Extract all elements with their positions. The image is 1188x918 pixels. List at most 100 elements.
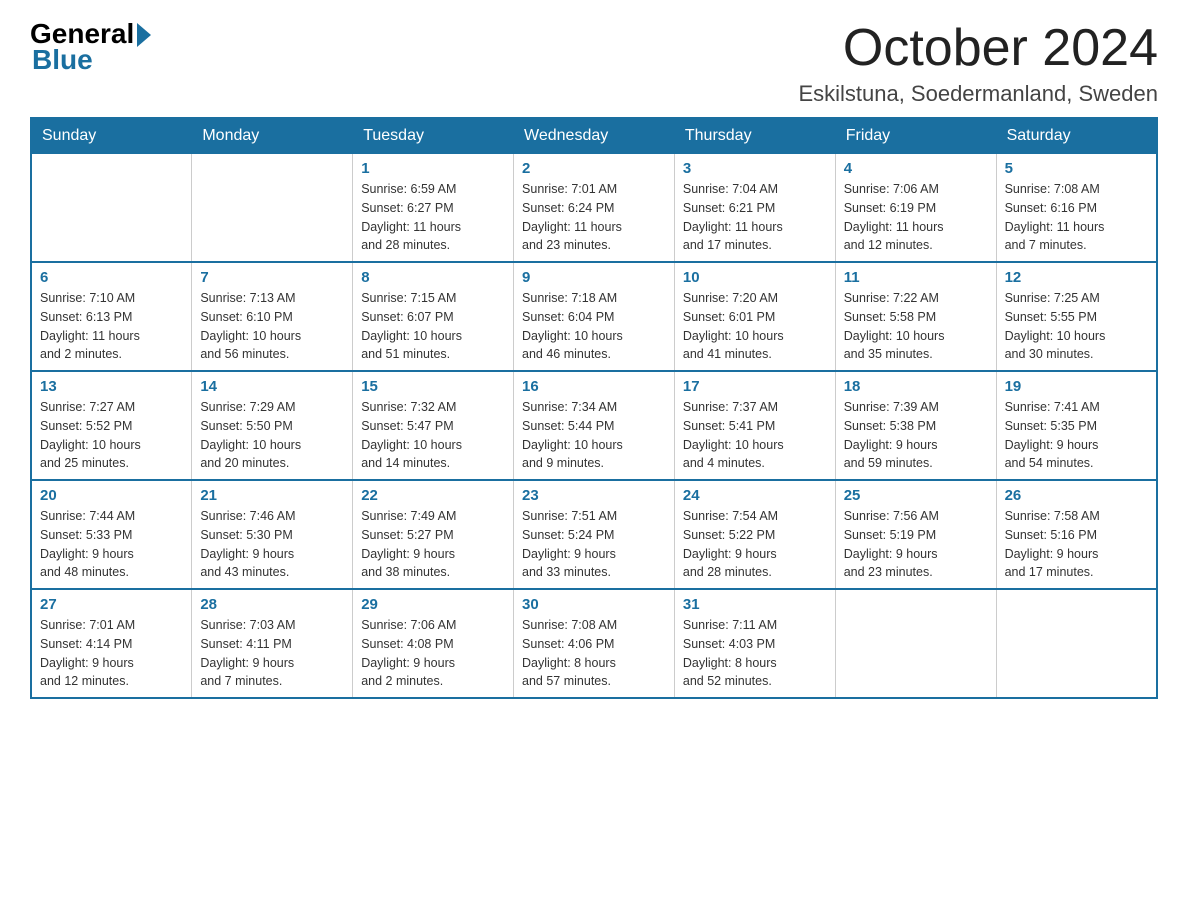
day-number: 18 — [844, 378, 988, 395]
day-number: 30 — [522, 596, 666, 613]
day-number: 12 — [1005, 269, 1148, 286]
table-row: 17Sunrise: 7:37 AMSunset: 5:41 PMDayligh… — [674, 371, 835, 480]
day-number: 25 — [844, 487, 988, 504]
day-number: 8 — [361, 269, 505, 286]
table-row: 25Sunrise: 7:56 AMSunset: 5:19 PMDayligh… — [835, 480, 996, 589]
day-number: 4 — [844, 160, 988, 177]
table-row — [31, 154, 192, 263]
day-info: Sunrise: 7:46 AMSunset: 5:30 PMDaylight:… — [200, 507, 344, 582]
day-number: 11 — [844, 269, 988, 286]
calendar-week-row: 1 Sunrise: 6:59 AMSunset: 6:27 PMDaylight… — [31, 154, 1157, 263]
table-row: 6Sunrise: 7:10 AMSunset: 6:13 PMDaylight… — [31, 262, 192, 371]
day-info: Sunrise: 7:11 AMSunset: 4:03 PMDaylight:… — [683, 616, 827, 691]
calendar-week-row: 6Sunrise: 7:10 AMSunset: 6:13 PMDaylight… — [31, 262, 1157, 371]
day-number: 15 — [361, 378, 505, 395]
day-number: 14 — [200, 378, 344, 395]
day-info: Sunrise: 7:49 AMSunset: 5:27 PMDaylight:… — [361, 507, 505, 582]
day-info: Sunrise: 7:54 AMSunset: 5:22 PMDaylight:… — [683, 507, 827, 582]
logo-arrow-icon — [137, 23, 151, 47]
col-thursday: Thursday — [674, 118, 835, 154]
table-row: 23 Sunrise: 7:51 AMSunset: 5:24 PMDayligh… — [514, 480, 675, 589]
table-row: 4 Sunrise: 7:06 AMSunset: 6:19 PMDaylight… — [835, 154, 996, 263]
day-number: 16 — [522, 378, 666, 395]
logo: General Blue — [30, 20, 151, 74]
calendar-week-row: 13 Sunrise: 7:27 AMSunset: 5:52 PMDayligh… — [31, 371, 1157, 480]
page-header: General Blue October 2024 Eskilstuna, So… — [30, 20, 1158, 107]
col-saturday: Saturday — [996, 118, 1157, 154]
table-row: 31 Sunrise: 7:11 AMSunset: 4:03 PMDayligh… — [674, 589, 835, 698]
table-row: 30Sunrise: 7:08 AMSunset: 4:06 PMDayligh… — [514, 589, 675, 698]
table-row: 15Sunrise: 7:32 AMSunset: 5:47 PMDayligh… — [353, 371, 514, 480]
day-info: Sunrise: 7:08 AMSunset: 6:16 PMDaylight:… — [1005, 180, 1148, 255]
day-number: 26 — [1005, 487, 1148, 504]
title-section: October 2024 Eskilstuna, Soedermanland, … — [798, 20, 1158, 107]
table-row — [835, 589, 996, 698]
table-row: 1 Sunrise: 6:59 AMSunset: 6:27 PMDaylight… — [353, 154, 514, 263]
table-row: 7 Sunrise: 7:13 AMSunset: 6:10 PMDaylight… — [192, 262, 353, 371]
table-row: 13 Sunrise: 7:27 AMSunset: 5:52 PMDayligh… — [31, 371, 192, 480]
day-number: 10 — [683, 269, 827, 286]
table-row: 22 Sunrise: 7:49 AMSunset: 5:27 PMDayligh… — [353, 480, 514, 589]
day-number: 13 — [40, 378, 183, 395]
calendar-header-row: Sunday Monday Tuesday Wednesday Thursday… — [31, 118, 1157, 154]
table-row: 2 Sunrise: 7:01 AMSunset: 6:24 PMDaylight… — [514, 154, 675, 263]
day-number: 27 — [40, 596, 183, 613]
table-row: 24Sunrise: 7:54 AMSunset: 5:22 PMDayligh… — [674, 480, 835, 589]
day-number: 5 — [1005, 160, 1148, 177]
day-info: Sunrise: 7:20 AMSunset: 6:01 PMDaylight:… — [683, 289, 827, 364]
col-friday: Friday — [835, 118, 996, 154]
day-number: 23 — [522, 487, 666, 504]
table-row: 27 Sunrise: 7:01 AMSunset: 4:14 PMDayligh… — [31, 589, 192, 698]
day-number: 7 — [200, 269, 344, 286]
day-number: 22 — [361, 487, 505, 504]
table-row — [192, 154, 353, 263]
col-sunday: Sunday — [31, 118, 192, 154]
day-number: 3 — [683, 160, 827, 177]
day-number: 29 — [361, 596, 505, 613]
table-row: 5 Sunrise: 7:08 AMSunset: 6:16 PMDaylight… — [996, 154, 1157, 263]
table-row: 3Sunrise: 7:04 AMSunset: 6:21 PMDaylight… — [674, 154, 835, 263]
calendar-week-row: 20Sunrise: 7:44 AMSunset: 5:33 PMDayligh… — [31, 480, 1157, 589]
table-row: 8Sunrise: 7:15 AMSunset: 6:07 PMDaylight… — [353, 262, 514, 371]
day-info: Sunrise: 7:51 AMSunset: 5:24 PMDaylight:… — [522, 507, 666, 582]
logo-blue-text: Blue — [30, 46, 151, 74]
col-tuesday: Tuesday — [353, 118, 514, 154]
day-number: 2 — [522, 160, 666, 177]
table-row: 12 Sunrise: 7:25 AMSunset: 5:55 PMDayligh… — [996, 262, 1157, 371]
table-row: 29 Sunrise: 7:06 AMSunset: 4:08 PMDayligh… — [353, 589, 514, 698]
day-number: 6 — [40, 269, 183, 286]
calendar-week-row: 27 Sunrise: 7:01 AMSunset: 4:14 PMDayligh… — [31, 589, 1157, 698]
table-row: 10 Sunrise: 7:20 AMSunset: 6:01 PMDayligh… — [674, 262, 835, 371]
table-row: 18 Sunrise: 7:39 AMSunset: 5:38 PMDayligh… — [835, 371, 996, 480]
location-title: Eskilstuna, Soedermanland, Sweden — [798, 81, 1158, 107]
day-info: Sunrise: 7:44 AMSunset: 5:33 PMDaylight:… — [40, 507, 183, 582]
table-row: 26Sunrise: 7:58 AMSunset: 5:16 PMDayligh… — [996, 480, 1157, 589]
day-number: 9 — [522, 269, 666, 286]
table-row — [996, 589, 1157, 698]
day-info: Sunrise: 7:37 AMSunset: 5:41 PMDaylight:… — [683, 398, 827, 473]
day-info: Sunrise: 7:13 AMSunset: 6:10 PMDaylight:… — [200, 289, 344, 364]
day-info: Sunrise: 6:59 AMSunset: 6:27 PMDaylight:… — [361, 180, 505, 255]
table-row: 21 Sunrise: 7:46 AMSunset: 5:30 PMDayligh… — [192, 480, 353, 589]
day-info: Sunrise: 7:25 AMSunset: 5:55 PMDaylight:… — [1005, 289, 1148, 364]
day-info: Sunrise: 7:01 AMSunset: 4:14 PMDaylight:… — [40, 616, 183, 691]
table-row: 14 Sunrise: 7:29 AMSunset: 5:50 PMDayligh… — [192, 371, 353, 480]
table-row: 16Sunrise: 7:34 AMSunset: 5:44 PMDayligh… — [514, 371, 675, 480]
day-info: Sunrise: 7:06 AMSunset: 6:19 PMDaylight:… — [844, 180, 988, 255]
day-number: 1 — [361, 160, 505, 177]
day-info: Sunrise: 7:06 AMSunset: 4:08 PMDaylight:… — [361, 616, 505, 691]
day-info: Sunrise: 7:22 AMSunset: 5:58 PMDaylight:… — [844, 289, 988, 364]
day-number: 31 — [683, 596, 827, 613]
table-row: 19 Sunrise: 7:41 AMSunset: 5:35 PMDayligh… — [996, 371, 1157, 480]
day-info: Sunrise: 7:29 AMSunset: 5:50 PMDaylight:… — [200, 398, 344, 473]
day-number: 21 — [200, 487, 344, 504]
calendar-table: Sunday Monday Tuesday Wednesday Thursday… — [30, 117, 1158, 699]
day-info: Sunrise: 7:27 AMSunset: 5:52 PMDaylight:… — [40, 398, 183, 473]
day-info: Sunrise: 7:41 AMSunset: 5:35 PMDaylight:… — [1005, 398, 1148, 473]
table-row: 20Sunrise: 7:44 AMSunset: 5:33 PMDayligh… — [31, 480, 192, 589]
day-info: Sunrise: 7:01 AMSunset: 6:24 PMDaylight:… — [522, 180, 666, 255]
col-monday: Monday — [192, 118, 353, 154]
day-info: Sunrise: 7:39 AMSunset: 5:38 PMDaylight:… — [844, 398, 988, 473]
day-number: 19 — [1005, 378, 1148, 395]
table-row: 9Sunrise: 7:18 AMSunset: 6:04 PMDaylight… — [514, 262, 675, 371]
